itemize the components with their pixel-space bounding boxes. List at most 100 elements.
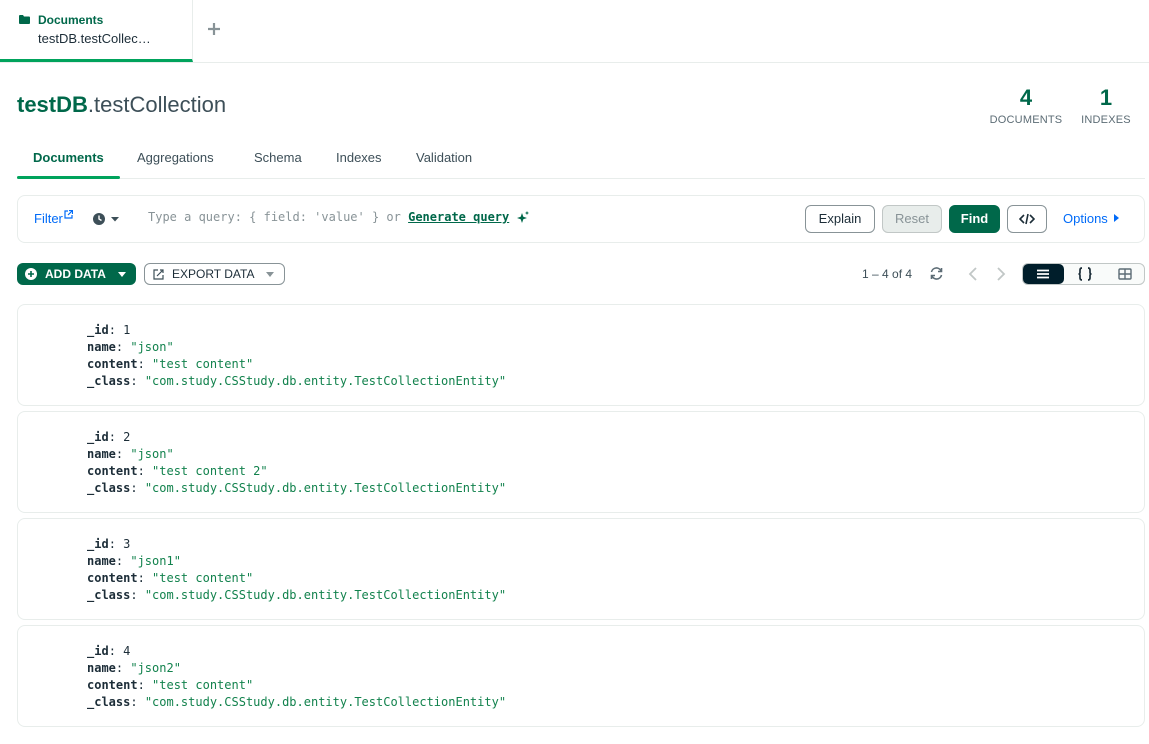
workspace-tab-bar: Documents testDB.testCollec… — [0, 0, 1149, 63]
query-bar: Filter Type a query: { field: 'value' } … — [17, 195, 1145, 243]
field-value: "com.study.CSStudy.db.entity.TestCollect… — [144, 481, 507, 495]
document-card[interactable]: _id: 3 name: "json1" content: "test cont… — [17, 518, 1145, 620]
caret-right-icon — [1113, 214, 1119, 222]
chevron-right-icon[interactable] — [994, 266, 1008, 282]
indexes-count-label: INDEXES — [1081, 114, 1131, 126]
export-data-label: EXPORT DATA — [172, 267, 255, 281]
field-value: 3 — [123, 537, 131, 551]
field-key: content — [87, 678, 138, 692]
field-value: "json1" — [130, 554, 181, 568]
reset-button[interactable]: Reset — [882, 205, 942, 233]
chevron-down-icon — [118, 272, 126, 277]
field-value: "com.study.CSStudy.db.entity.TestCollect… — [144, 588, 507, 602]
field-key: _class — [87, 695, 131, 709]
find-button[interactable]: Find — [949, 205, 1000, 233]
field-key: content — [87, 464, 138, 478]
query-input[interactable]: Type a query: { field: 'value' } or Gene… — [148, 210, 530, 224]
field-value: 4 — [123, 644, 131, 658]
add-data-label: ADD DATA — [45, 267, 106, 281]
list-view-icon — [1037, 269, 1049, 279]
field-key: name — [87, 661, 116, 675]
history-icon — [93, 213, 119, 225]
active-tab-indicator — [17, 176, 120, 179]
new-tab-button[interactable] — [203, 18, 225, 40]
documents-count-stat: 4 DOCUMENTS — [988, 85, 1064, 127]
export-to-language-button[interactable] — [1007, 205, 1047, 233]
field-value: "test content 2" — [152, 464, 268, 478]
field-key: name — [87, 447, 116, 461]
field-key: _class — [87, 588, 131, 602]
field-key: _class — [87, 374, 131, 388]
chevron-down-icon — [266, 272, 274, 277]
tab-validation[interactable]: Validation — [416, 150, 472, 165]
add-data-button[interactable]: ADD DATA — [17, 263, 136, 285]
document-fields: _id: 1 name: "json" content: "test conte… — [87, 323, 507, 388]
field-key: content — [87, 571, 138, 585]
plus-icon — [25, 268, 37, 280]
collection-name: testCollection — [94, 92, 227, 117]
query-placeholder: Type a query: { field: 'value' } or — [148, 210, 409, 224]
field-key: _class — [87, 481, 131, 495]
workspace-tab-documents[interactable]: Documents testDB.testCollec… — [0, 0, 193, 62]
plus-icon — [208, 23, 220, 35]
json-view-icon — [1078, 267, 1092, 281]
export-data-button[interactable]: EXPORT DATA — [144, 263, 285, 285]
field-value: 1 — [123, 323, 131, 337]
table-view-button[interactable] — [1105, 264, 1146, 284]
view-toggle — [1022, 263, 1145, 285]
field-value: "json" — [130, 340, 174, 354]
external-link-icon — [64, 210, 73, 219]
field-key: name — [87, 340, 116, 354]
collection-title: testDB.testCollection — [17, 92, 226, 118]
folder-icon — [19, 15, 30, 24]
tab-schema[interactable]: Schema — [254, 150, 302, 165]
field-value: "json2" — [130, 661, 181, 675]
filter-link[interactable]: Filter — [34, 210, 73, 226]
tab-documents[interactable]: Documents — [33, 150, 104, 165]
workspace-tab-subtitle: testDB.testCollec… — [38, 31, 151, 46]
document-fields: _id: 2 name: "json" content: "test conte… — [87, 430, 507, 495]
database-name: testDB — [17, 92, 88, 117]
field-value: "test content" — [152, 357, 254, 371]
documents-count: 4 — [1019, 85, 1033, 110]
explain-button[interactable]: Explain — [805, 205, 875, 233]
sparkle-icon — [517, 211, 530, 223]
document-card[interactable]: _id: 1 name: "json" content: "test conte… — [17, 304, 1145, 406]
field-key: name — [87, 554, 116, 568]
export-icon — [153, 269, 164, 280]
field-key: _id — [87, 323, 109, 337]
tab-aggregations[interactable]: Aggregations — [137, 150, 214, 165]
pagination-summary: 1 – 4 of 4 — [862, 267, 913, 281]
options-label: Options — [1063, 211, 1108, 226]
field-value: "json" — [130, 447, 174, 461]
document-card[interactable]: _id: 2 name: "json" content: "test conte… — [17, 411, 1145, 513]
collection-tabs: Documents Aggregations Schema Indexes Va… — [17, 140, 1145, 179]
json-view-button[interactable] — [1064, 264, 1105, 284]
query-history-button[interactable] — [92, 211, 122, 227]
indexes-count: 1 — [1099, 85, 1113, 110]
indexes-count-stat: 1 INDEXES — [1080, 85, 1132, 127]
document-fields: _id: 4 name: "json2" content: "test cont… — [87, 644, 507, 709]
generate-query-link[interactable]: Generate query — [408, 210, 509, 224]
chevron-left-icon[interactable] — [966, 266, 980, 282]
table-view-icon — [1118, 268, 1132, 280]
filter-label: Filter — [34, 211, 63, 226]
document-fields: _id: 3 name: "json1" content: "test cont… — [87, 537, 507, 602]
list-view-button[interactable] — [1023, 264, 1064, 284]
field-key: content — [87, 357, 138, 371]
field-value: 2 — [123, 430, 131, 444]
field-value: "com.study.CSStudy.db.entity.TestCollect… — [144, 695, 507, 709]
documents-count-label: DOCUMENTS — [989, 114, 1063, 126]
tab-indexes[interactable]: Indexes — [336, 150, 382, 165]
field-key: _id — [87, 537, 109, 551]
workspace-tab-title: Documents — [38, 13, 104, 27]
query-options-toggle[interactable]: Options — [1063, 211, 1119, 226]
field-value: "test content" — [152, 678, 254, 692]
field-value: "com.study.CSStudy.db.entity.TestCollect… — [144, 374, 507, 388]
code-icon — [1018, 213, 1036, 225]
field-value: "test content" — [152, 571, 254, 585]
document-card[interactable]: _id: 4 name: "json2" content: "test cont… — [17, 625, 1145, 727]
refresh-icon[interactable] — [929, 266, 944, 281]
field-key: _id — [87, 644, 109, 658]
field-key: _id — [87, 430, 109, 444]
